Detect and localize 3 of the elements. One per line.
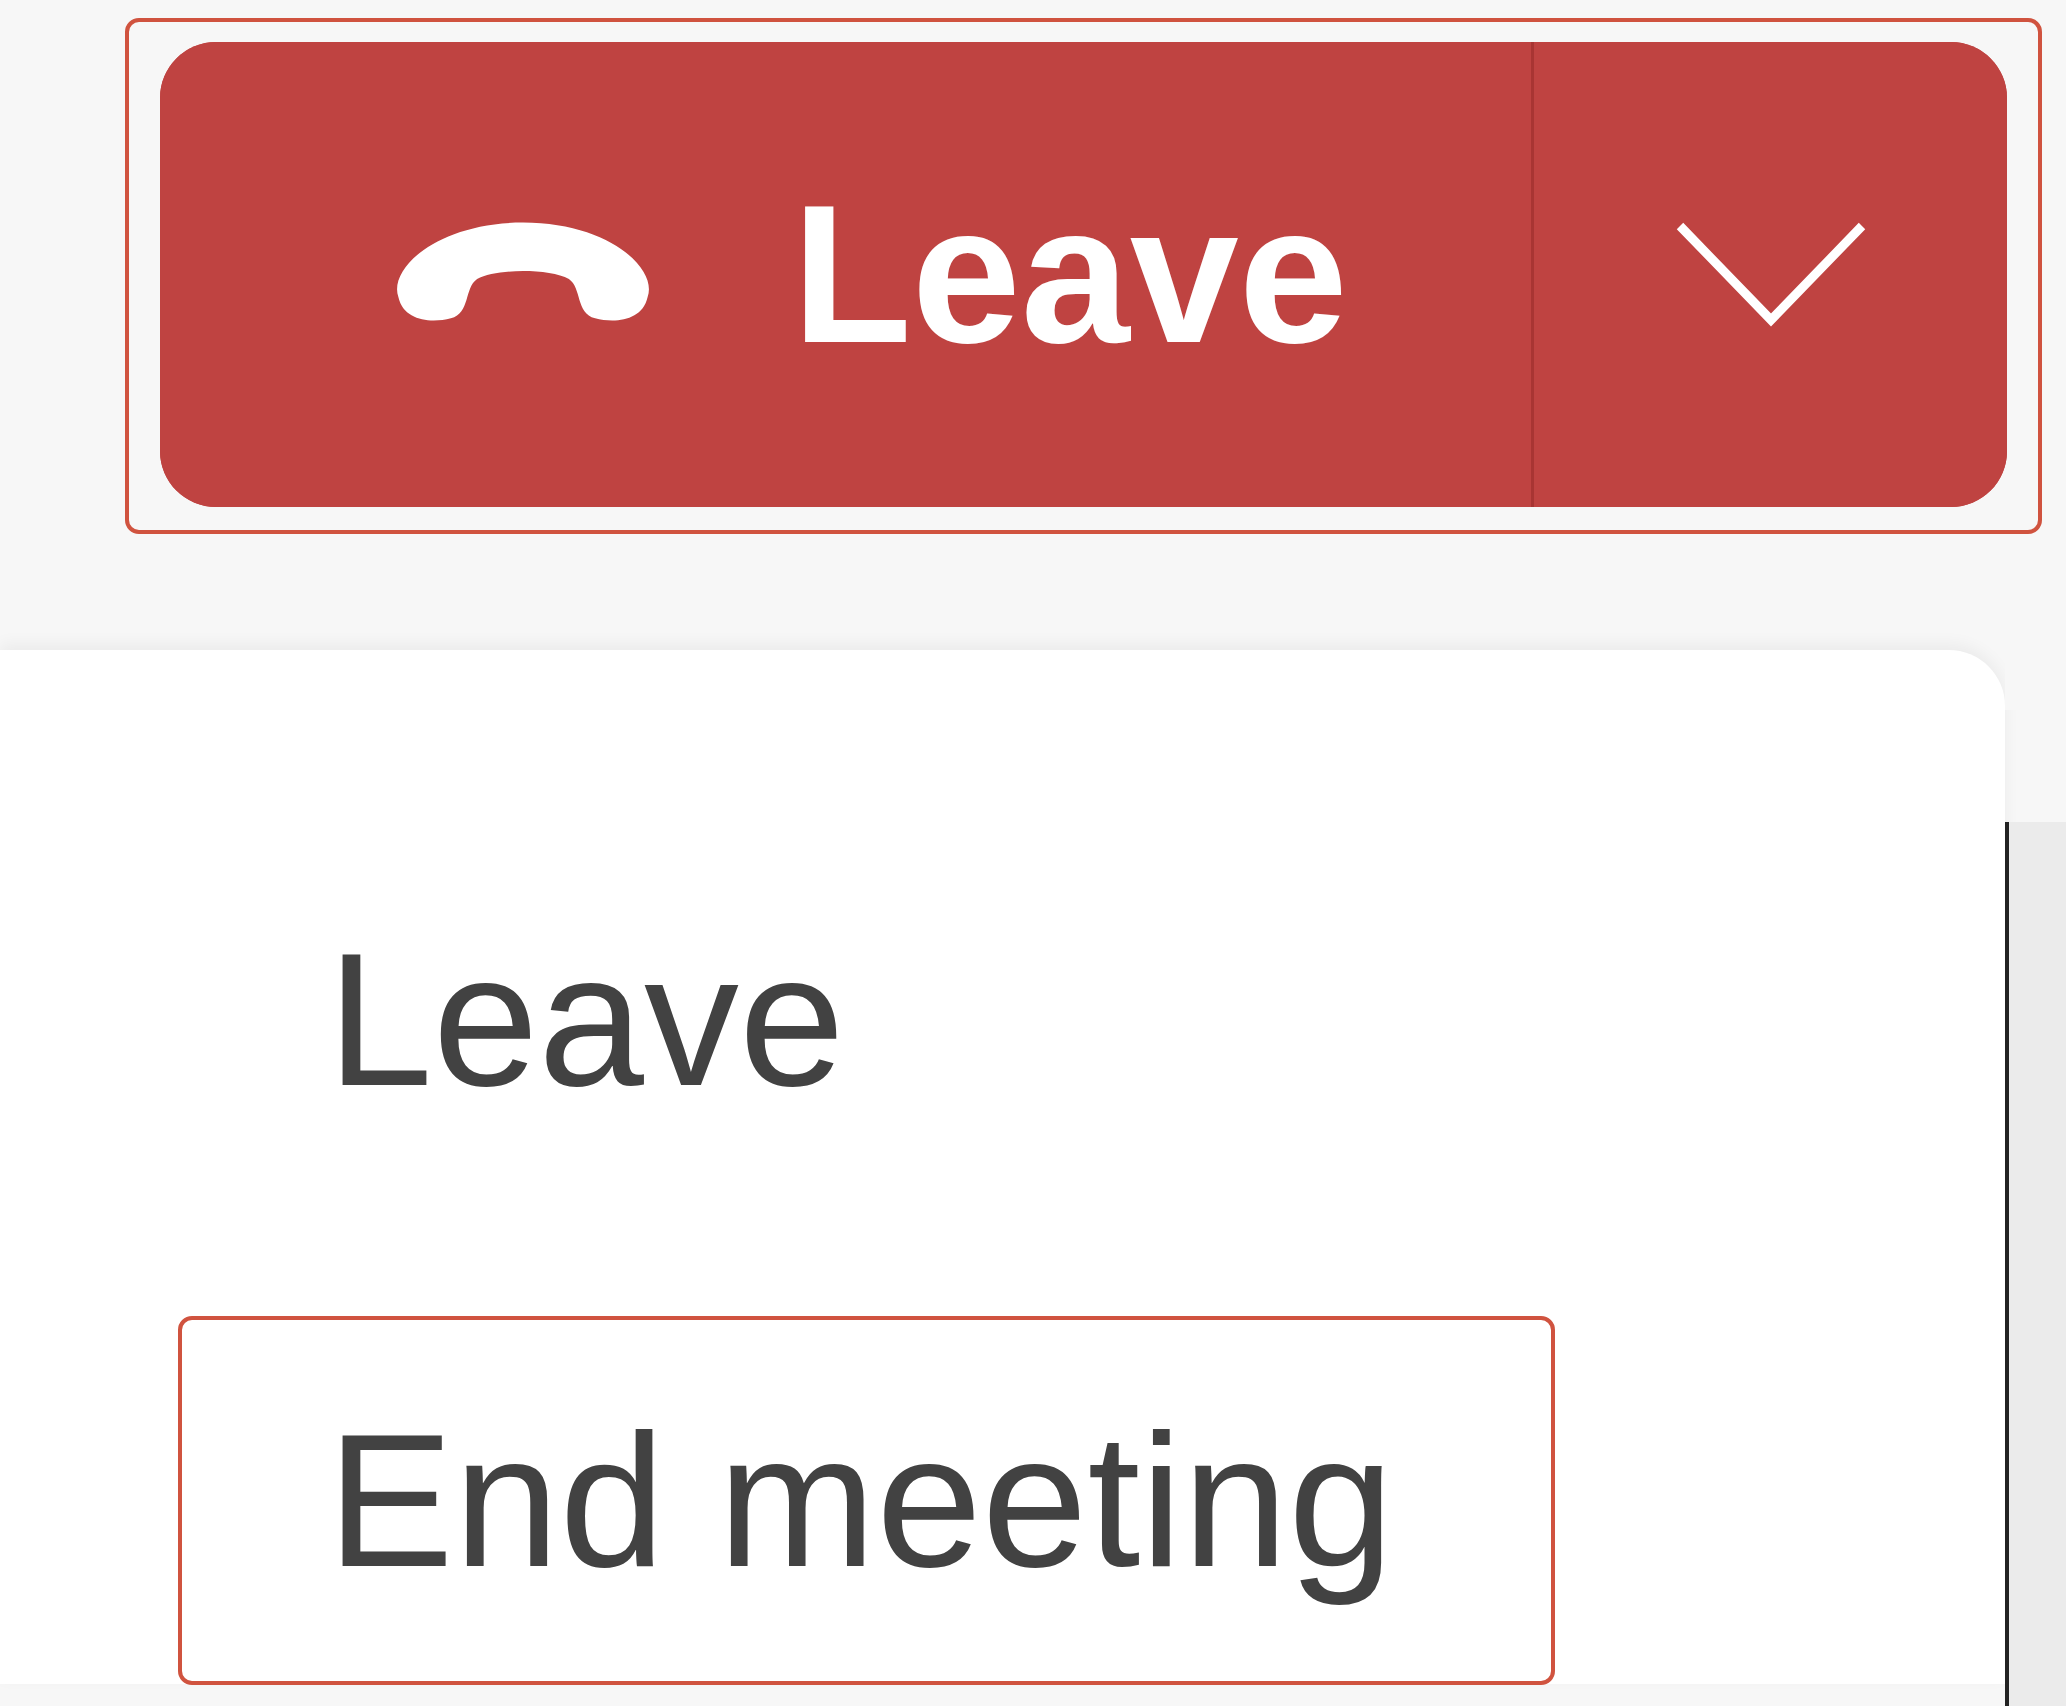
menu-item[interactable]: End meeting xyxy=(178,1316,1555,1685)
leave-button[interactable]: Leave xyxy=(160,42,1534,507)
menu-item[interactable]: Leave xyxy=(178,835,1555,1204)
